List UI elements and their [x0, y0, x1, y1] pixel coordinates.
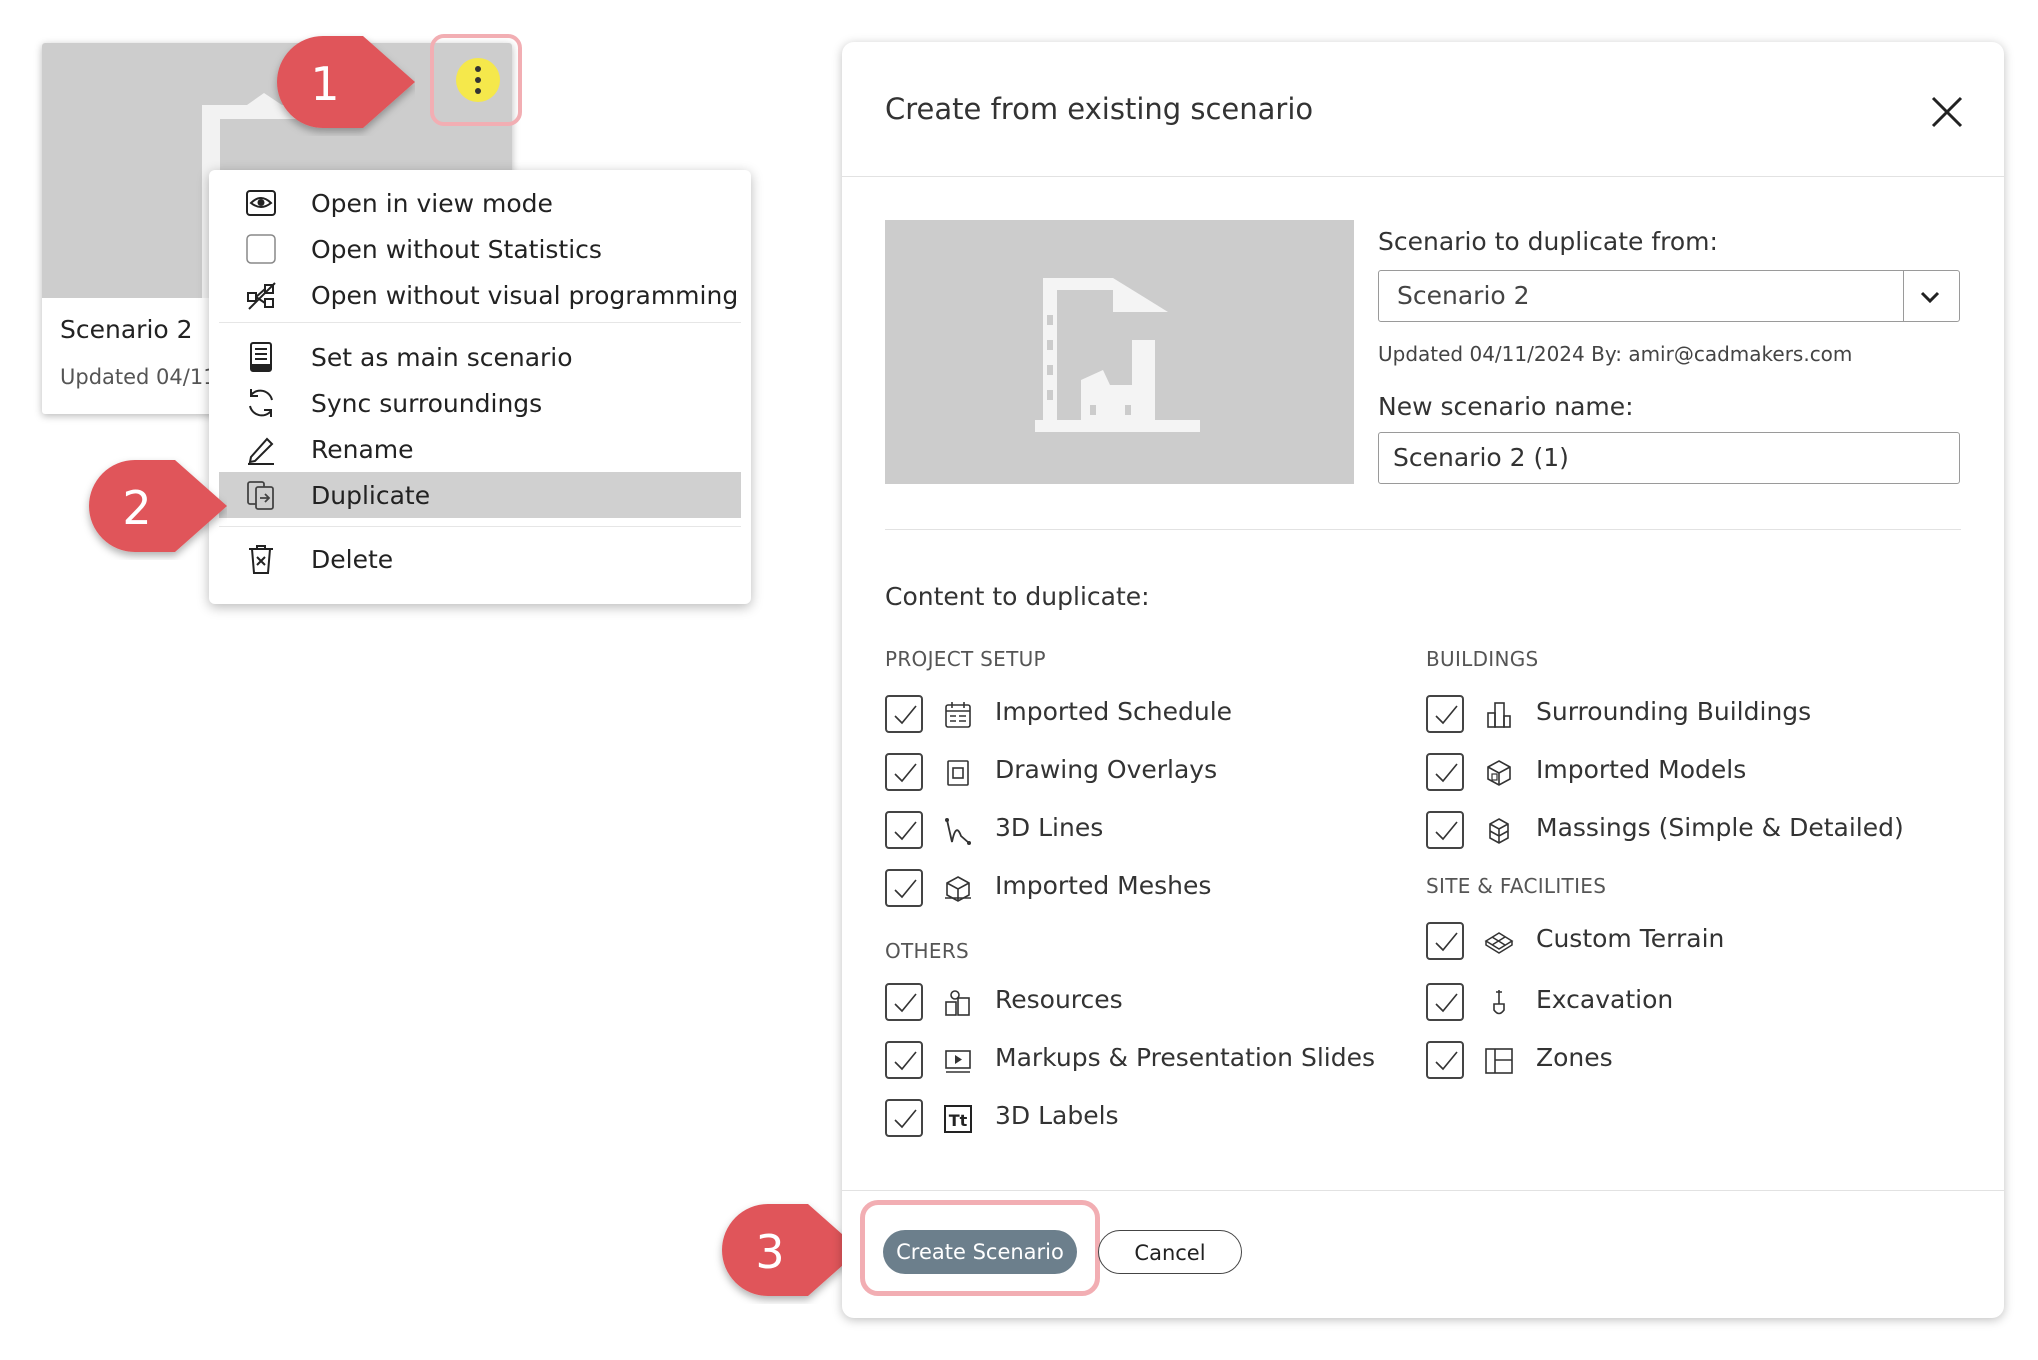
menu-item-sync-surroundings[interactable]: Sync surroundings: [219, 380, 741, 426]
source-updated-info: Updated 04/11/2024 By: amir@cadmakers.co…: [1378, 342, 1853, 366]
callout-3-icon: 3: [722, 1204, 860, 1296]
pencil-icon: [248, 437, 274, 465]
resources-icon: [945, 990, 970, 1016]
menu-item-set-main[interactable]: Set as main scenario: [219, 334, 741, 380]
lines-icon: [945, 818, 971, 845]
schedule-icon: [945, 702, 971, 728]
checkbox-custom-terrain[interactable]: Custom Terrain: [1426, 922, 1946, 962]
sync-icon: [249, 389, 273, 417]
checkbox-imported-schedule[interactable]: Imported Schedule: [885, 695, 1345, 735]
chevron-down-icon[interactable]: [1915, 282, 1945, 312]
section-others: OTHERS: [885, 939, 970, 963]
checkbox-surrounding-buildings[interactable]: Surrounding Buildings: [1426, 695, 1946, 735]
source-scenario-select[interactable]: Scenario 2: [1378, 270, 1960, 322]
eye-icon: [246, 190, 276, 216]
massing-icon: [1489, 818, 1509, 844]
menu-item-delete[interactable]: Delete: [219, 536, 741, 582]
dialog-title: Create from existing scenario: [885, 92, 1314, 126]
menu-item-duplicate[interactable]: Duplicate: [219, 472, 741, 518]
overlay-icon: [947, 760, 969, 786]
callout-2-icon: 2: [89, 460, 227, 552]
trash-icon: [249, 545, 273, 574]
checkbox-zones[interactable]: Zones: [1426, 1041, 1946, 1081]
text-label-icon: Tt: [944, 1105, 972, 1133]
checkbox-drawing-overlays[interactable]: Drawing Overlays: [885, 753, 1345, 793]
presentation-icon: [945, 1050, 971, 1073]
duplicate-icon: [247, 481, 274, 510]
models-icon: [1487, 760, 1511, 786]
source-label: Scenario to duplicate from:: [1378, 227, 1718, 256]
checkbox-imported-meshes[interactable]: Imported Meshes: [885, 869, 1345, 909]
svg-text:Tt: Tt: [949, 1111, 968, 1130]
svg-text:3: 3: [755, 1225, 784, 1279]
scenario-updated: Updated 04/11/: [60, 365, 224, 389]
checkbox-3d-labels[interactable]: Tt 3D Labels: [885, 1099, 1345, 1139]
scenario-preview: [885, 220, 1354, 484]
main-scenario-icon: [250, 342, 272, 372]
svg-text:2: 2: [122, 481, 151, 535]
svg-text:1: 1: [310, 57, 339, 111]
cancel-button[interactable]: Cancel: [1098, 1230, 1242, 1274]
close-icon[interactable]: [1927, 92, 1967, 132]
checkbox-excavation[interactable]: Excavation: [1426, 983, 1946, 1023]
checkbox-markups-slides[interactable]: Markups & Presentation Slides: [885, 1041, 1385, 1081]
checkbox-massings[interactable]: Massings (Simple & Detailed): [1426, 811, 1946, 851]
context-menu: Open in view mode Open without Statistic…: [209, 170, 751, 604]
zones-icon: [1485, 1048, 1513, 1074]
checkbox-3d-lines[interactable]: 3D Lines: [885, 811, 1345, 851]
menu-item-open-view-mode[interactable]: Open in view mode: [219, 180, 741, 226]
new-scenario-name-input[interactable]: Scenario 2 (1): [1378, 432, 1960, 484]
section-project-setup: PROJECT SETUP: [885, 647, 1046, 671]
menu-item-open-without-statistics[interactable]: Open without Statistics: [219, 226, 741, 272]
create-scenario-dialog: Create from existing scenario Scenario t…: [842, 42, 2004, 1318]
no-programming-icon: [247, 282, 276, 310]
terrain-icon: [1484, 932, 1514, 954]
scenario-title: Scenario 2: [60, 315, 193, 344]
mesh-icon: [945, 876, 971, 902]
blank-icon: [246, 234, 276, 264]
menu-item-open-without-programming[interactable]: Open without visual programming: [219, 272, 741, 318]
crane-building-icon: [1035, 278, 1200, 432]
content-label: Content to duplicate:: [885, 582, 1150, 611]
menu-item-rename[interactable]: Rename: [219, 426, 741, 472]
name-label: New scenario name:: [1378, 392, 1634, 421]
section-site-facilities: SITE & FACILITIES: [1426, 874, 1607, 898]
create-scenario-button[interactable]: Create Scenario: [883, 1230, 1077, 1274]
callout-1-icon: 1: [277, 36, 415, 128]
checkbox-imported-models[interactable]: Imported Models: [1426, 753, 1946, 793]
section-buildings: BUILDINGS: [1426, 647, 1539, 671]
excavation-icon: [1493, 990, 1505, 1015]
buildings-icon: [1487, 702, 1511, 728]
kebab-menu-icon[interactable]: [456, 58, 500, 102]
checkbox-resources[interactable]: Resources: [885, 983, 1345, 1023]
